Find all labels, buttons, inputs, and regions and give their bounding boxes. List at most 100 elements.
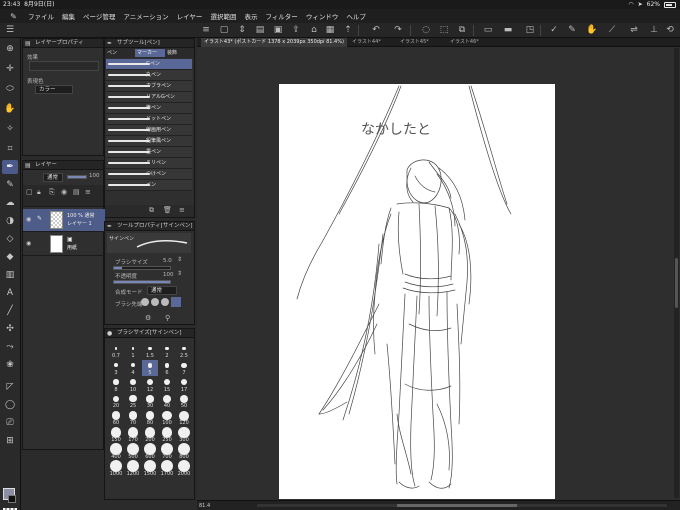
doc-tab-active[interactable]: イラスト43* (ポストカード 1378 x 2039px 350dpi 81.… [201,38,347,47]
sub-color-swatch[interactable] [8,495,16,503]
undo-icon[interactable]: ↶ [370,25,382,36]
brush-size-option[interactable]: 10 [125,377,141,393]
brush-item[interactable]: 筆ペン [106,103,192,114]
layer-row[interactable]: ◉ ▣ 用紙 [23,233,105,256]
brush-size-option[interactable]: 4 [125,360,141,376]
layer-menu-icon[interactable]: ≡ [85,188,91,196]
brush-item[interactable]: リアルGペン [106,92,192,103]
brush-size-option[interactable]: 500 [125,443,141,460]
opacity-slider[interactable] [113,280,171,284]
transform-icon[interactable]: ⧉ [456,25,468,36]
menu-file[interactable]: ファイル [25,11,57,21]
gradient-tool-icon[interactable]: ▥ [2,268,18,282]
frame-tool-icon[interactable]: ⎚ [2,416,18,430]
brush-item[interactable]: 丸ペン [106,70,192,81]
decoration-tool-icon[interactable]: ❀ [2,358,18,372]
select-all-icon[interactable]: ◌ [420,25,432,36]
brush-size-option[interactable]: 50 [176,393,192,409]
new-layer-icon[interactable]: ▢ [26,188,33,196]
brush-size-option[interactable]: 100 [159,410,175,426]
brush-item[interactable]: つけペン [106,169,192,180]
settings-icon[interactable]: ⚙ [145,314,151,322]
upload-icon[interactable]: ⇡ [342,25,354,36]
canvas-area[interactable]: なかしたと [197,47,680,500]
menu-page[interactable]: ページ管理 [80,11,118,21]
zoom-tool-icon[interactable]: ⊕ [2,42,18,56]
brush-size-option[interactable]: 120 [176,410,192,426]
doc-tab[interactable]: イラスト46* [447,38,493,47]
lock-icon[interactable]: 🔒︎ [37,188,41,197]
brush-item[interactable]: Gペン [106,59,192,70]
tip-shape-option[interactable] [161,298,169,306]
brush-size-option[interactable]: 7 [176,360,192,376]
brush-size-option[interactable]: 60 [108,410,124,426]
fill-icon[interactable]: ▬ [502,25,514,36]
eraser-tool-icon[interactable]: ◇ [2,232,18,246]
menu-animation[interactable]: アニメーション [120,11,171,21]
panel-tool-icon[interactable]: ⊞ [2,434,18,448]
brush-size-option[interactable]: 20 [108,393,124,409]
brush-size-slider[interactable] [113,266,171,270]
airbrush-tool-icon[interactable]: ☁ [2,196,18,210]
brush-size-option[interactable]: 1200 [125,460,141,477]
brush-size-option[interactable]: 250 [159,427,175,443]
brush-size-option[interactable]: 15 [159,377,175,393]
arrange-icon[interactable]: ⇕ [236,25,248,36]
line-tool-icon[interactable]: ╱ [2,304,18,318]
open-file-icon[interactable]: ▤ [254,25,266,36]
expression-color-select[interactable]: カラー [35,85,73,94]
menu-help[interactable]: ヘルプ [343,11,369,21]
draft-icon[interactable]: ▤ [73,188,80,196]
correct-line-tool-icon[interactable]: ⤳ [2,340,18,354]
tip-shape-option-selected[interactable] [171,297,181,307]
menu-selection[interactable]: 選択範囲 [207,11,239,21]
ruler-tool-icon[interactable]: ◸ [2,380,18,394]
visibility-eye-icon[interactable]: ◉ [26,216,31,223]
save-icon[interactable]: ▣ [272,25,284,36]
fill-tool-icon[interactable]: ◆ [2,250,18,264]
brush-size-option[interactable]: 2000 [176,460,192,477]
brush-size-option[interactable]: 200 [142,427,158,443]
reference-icon[interactable]: ◉ [61,188,67,196]
subtool-menu-icon[interactable]: ≡ [179,206,185,214]
move-tool-icon[interactable]: ✛ [2,62,18,76]
check-icon[interactable]: ✓ [548,25,560,36]
tab-decoration[interactable]: 装飾 [167,49,193,57]
delete-subtool-icon[interactable]: 🗑︎ [163,206,172,214]
effect-buttons[interactable] [29,61,99,71]
opacity-stepper[interactable]: ⇕ [177,270,182,277]
doc-tab[interactable]: イラスト44* [349,38,395,47]
mirror-icon[interactable]: ⇌ [628,25,640,36]
wand-tool-icon[interactable]: ✧ [2,122,18,136]
tip-shape-option[interactable] [141,298,149,306]
brush-size-option[interactable]: 1500 [142,460,158,477]
brush-size-option[interactable]: 1700 [159,460,175,477]
pin-icon[interactable]: ⊥ [648,25,660,36]
brush-size-option[interactable]: 25 [125,393,141,409]
clip-icon[interactable]: ⎘ [49,188,55,197]
brush-size-option[interactable]: 300 [176,426,192,443]
menu-window[interactable]: ウィンドウ [303,11,342,21]
redo-icon[interactable]: ↷ [392,25,404,36]
figure-tool-icon[interactable]: ✣ [2,322,18,336]
tab-pen[interactable]: ペン [107,49,133,57]
menu-filter[interactable]: フィルター [262,11,300,21]
brush-size-option[interactable]: 400 [108,443,124,460]
brush-item[interactable]: ドットペン [106,114,192,125]
doc-tab[interactable]: イラスト45* [397,38,443,47]
brush-size-option[interactable]: 30 [142,393,158,409]
brush-size-option[interactable]: 80 [142,410,158,426]
vertical-scrollbar[interactable] [674,48,679,498]
menu-layer[interactable]: レイヤー [174,11,206,21]
blend-tool-icon[interactable]: ◑ [2,214,18,228]
brush-size-stepper[interactable]: ⇕ [177,256,182,263]
text-tool-icon[interactable]: A [2,286,18,300]
new-file-icon[interactable]: ▢ [218,25,230,36]
blend-mode-select[interactable]: 通常 [43,173,63,182]
paper-canvas[interactable]: なかしたと [279,84,555,499]
horizontal-scrollbar[interactable] [257,504,667,507]
menu-view[interactable]: 表示 [241,11,260,21]
hand-icon[interactable]: ✋ [586,25,598,36]
copy-subtool-icon[interactable]: ⧉ [149,206,154,215]
hand-tool-icon[interactable]: ✋ [2,102,18,116]
